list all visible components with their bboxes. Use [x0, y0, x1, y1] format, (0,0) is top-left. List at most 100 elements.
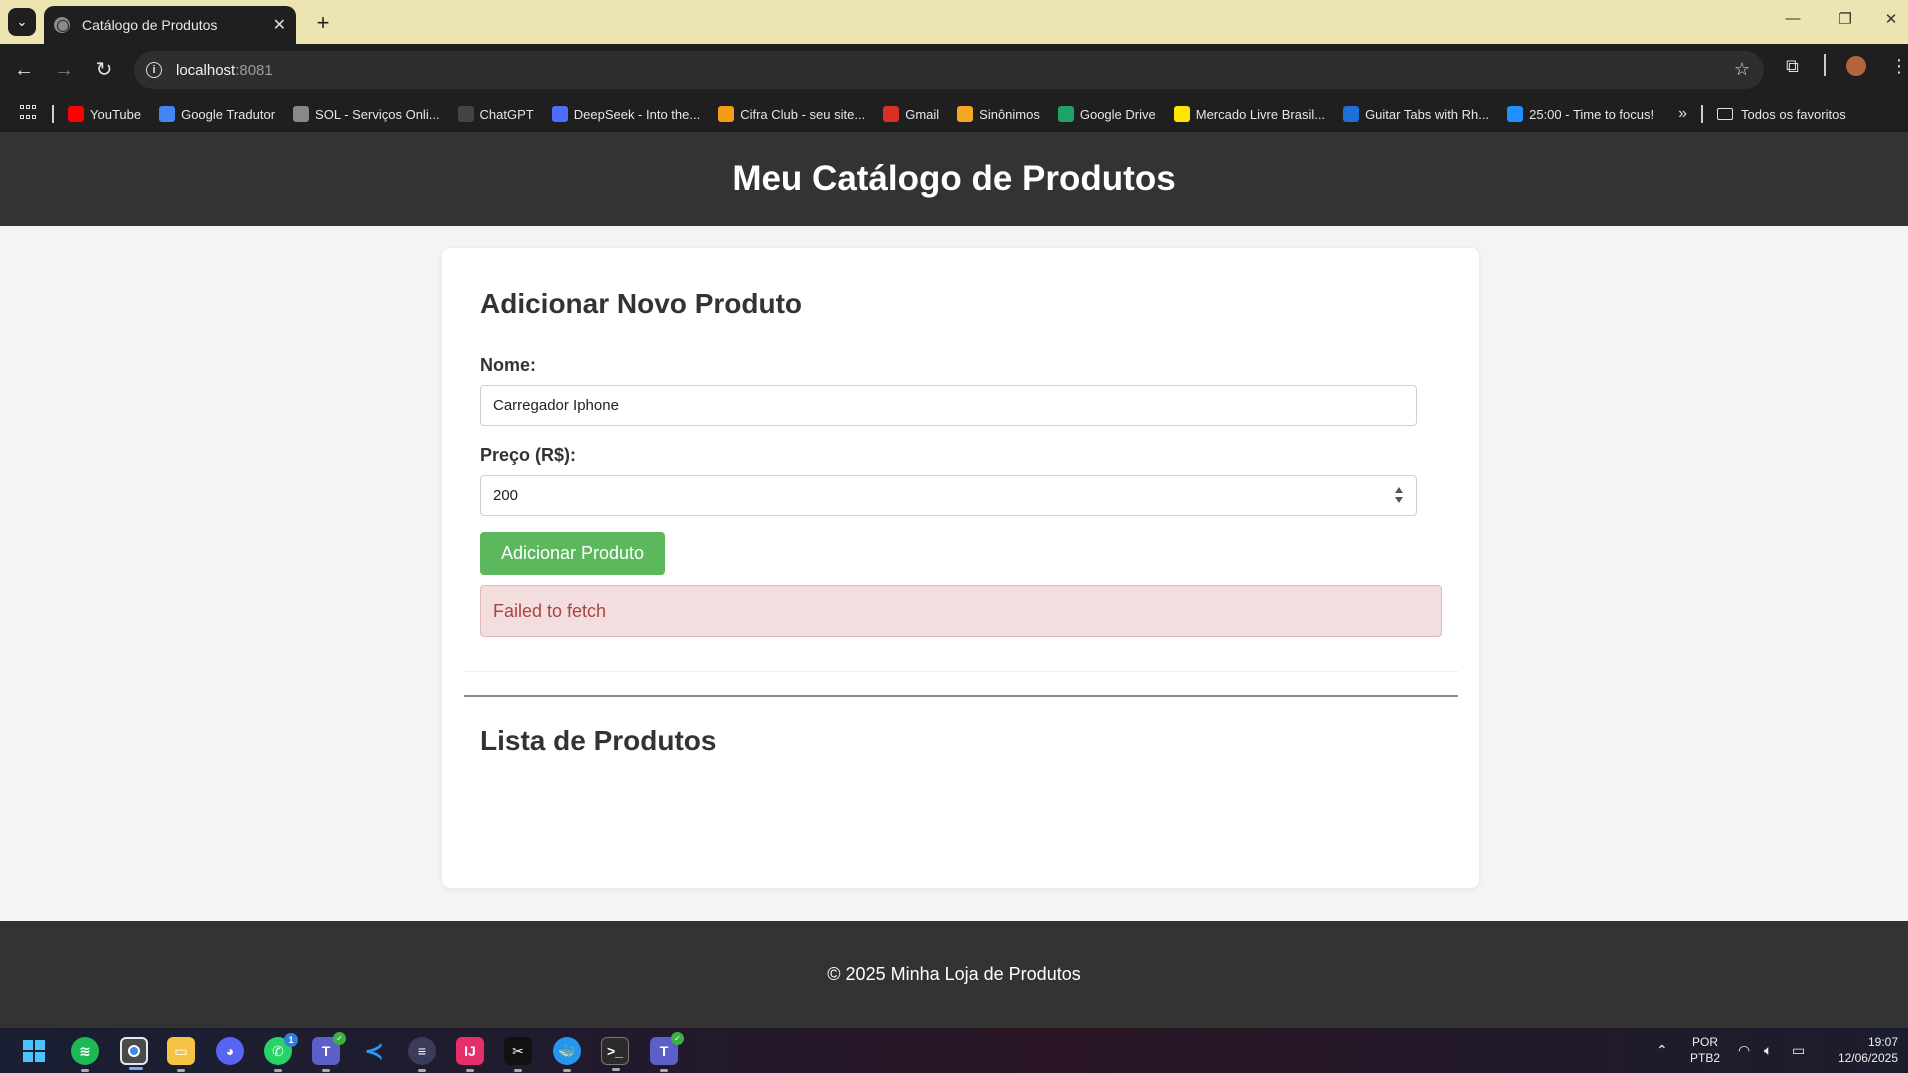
apps-grid-icon[interactable] — [20, 105, 38, 123]
bookmark-item[interactable]: DeepSeek - Into the... — [551, 106, 700, 122]
page-title: Meu Catálogo de Produtos — [732, 159, 1176, 198]
language-indicator[interactable]: POR PTB2 — [1688, 1034, 1722, 1066]
chrome-icon[interactable] — [120, 1037, 148, 1070]
browser-navbar: ← → ↻ i localhost:8081 ☆ ⧉ ⋮ — [0, 44, 1908, 96]
number-spinner-icon[interactable] — [1394, 487, 1404, 505]
name-input[interactable]: Carregador Iphone — [480, 385, 1417, 426]
bookmarks-bar: YouTube Google Tradutor SOL - Serviços Onl… — [0, 96, 1908, 132]
bookmark-item[interactable]: Guitar Tabs with Rh... — [1343, 106, 1489, 122]
url-port: :8081 — [235, 61, 273, 79]
intellij-icon[interactable]: IJ — [456, 1037, 484, 1072]
spotify-icon[interactable]: ≋ — [71, 1037, 99, 1072]
bookmarks-separator — [1701, 105, 1704, 123]
minimize-icon[interactable]: — — [1778, 10, 1808, 27]
price-input[interactable]: 200 — [480, 475, 1417, 516]
capcut-icon[interactable]: ✂ — [504, 1037, 532, 1072]
windows-taskbar: ≋ ▭ ◕ ✆ 1 T ✓ ≺ ≡ IJ ✂ 🐳 >_ T ✓ ⌃ POR PTB2 … — [0, 1028, 1908, 1073]
all-bookmarks-folder[interactable]: Todos os favoritos — [1717, 107, 1846, 122]
kebab-menu-icon[interactable]: ⋮ — [1890, 56, 1908, 77]
more-bookmarks-icon[interactable]: » — [1678, 105, 1687, 123]
bookmark-label: Google Tradutor — [181, 106, 276, 122]
toolbar-divider — [1824, 54, 1826, 76]
all-bookmarks-label: Todos os favoritos — [1741, 106, 1846, 122]
bookmarks-separator — [52, 105, 54, 123]
bookmark-label: Cifra Club - seu site... — [740, 106, 866, 122]
wifi-icon[interactable]: ◠ — [1738, 1042, 1750, 1059]
google-translate-icon — [159, 106, 176, 122]
clock-date: 12/06/2025 — [1837, 1051, 1898, 1065]
bookmark-item[interactable]: SOL - Serviços Onli... — [293, 106, 440, 122]
tab-search-icon[interactable]: ⌄ — [8, 8, 36, 36]
bookmark-label: Gmail — [905, 106, 940, 122]
focus-check-icon — [1507, 106, 1524, 122]
bookmark-label: ChatGPT — [479, 106, 534, 122]
deepseek-icon — [551, 106, 568, 122]
bookmark-label: 25:00 - Time to focus! — [1529, 106, 1655, 122]
bookmark-item[interactable]: Cifra Club - seu site... — [718, 106, 865, 122]
clock-time: 19:07 — [1867, 1035, 1898, 1049]
site-info-icon[interactable]: i — [146, 62, 162, 78]
bookmark-label: Mercado Livre Brasil... — [1195, 106, 1326, 122]
bookmark-label: Google Drive — [1079, 106, 1156, 122]
new-tab-button[interactable]: + — [310, 10, 336, 36]
address-bar[interactable]: i localhost:8081 ☆ — [134, 51, 1764, 89]
teams-icon[interactable]: T ✓ — [650, 1032, 684, 1072]
forward-arrow-icon[interactable]: → — [50, 58, 78, 82]
keyboard-layout: PTB2 — [1689, 1051, 1720, 1065]
globe-icon — [293, 106, 310, 122]
bookmark-item[interactable]: ChatGPT — [457, 106, 534, 122]
discord-icon[interactable]: ◕ — [216, 1037, 244, 1065]
bookmark-item[interactable]: Google Tradutor — [159, 106, 275, 122]
bookmark-label: Guitar Tabs with Rh... — [1365, 106, 1490, 122]
error-message: Failed to fetch — [480, 585, 1442, 637]
price-input-value: 200 — [493, 487, 519, 504]
url-host: localhost — [176, 61, 236, 79]
name-input-value: Carregador Iphone — [493, 397, 619, 414]
section-divider — [464, 695, 1458, 697]
close-tab-icon[interactable]: ✕ — [273, 15, 286, 35]
sinonimos-icon — [957, 106, 974, 122]
add-product-heading: Adicionar Novo Produto — [480, 288, 802, 319]
bookmark-item[interactable]: Mercado Livre Brasil... — [1173, 106, 1326, 122]
site-header: Meu Catálogo de Produtos — [0, 132, 1908, 226]
language-code: POR — [1691, 1035, 1718, 1049]
browser-tab-active[interactable]: Catálogo de Produtos ✕ — [44, 6, 296, 44]
teams-icon[interactable]: T ✓ — [312, 1032, 346, 1072]
reload-icon[interactable]: ↻ — [90, 58, 118, 82]
volume-icon[interactable]: 🔈︎ — [1764, 1042, 1772, 1059]
bookmark-star-icon[interactable]: ☆ — [1734, 59, 1750, 80]
error-text: Failed to fetch — [493, 600, 607, 621]
price-label: Preço (R$): — [480, 445, 577, 465]
mercado-livre-icon — [1173, 106, 1190, 122]
vscode-icon[interactable]: ≺ — [360, 1037, 388, 1065]
whatsapp-badge: 1 — [284, 1033, 298, 1047]
bookmark-item[interactable]: Google Drive — [1057, 106, 1156, 122]
gmail-icon — [883, 106, 900, 122]
bookmark-item[interactable]: YouTube — [68, 106, 141, 122]
show-hidden-icons-chevron-icon[interactable]: ⌃ — [1656, 1042, 1668, 1059]
browser-tabstrip: ⌄ Catálogo de Produtos ✕ + — ❐ ✕ — [0, 0, 1908, 44]
battery-icon[interactable]: ▭ — [1792, 1042, 1805, 1059]
clock[interactable]: 19:07 12/06/2025 — [1822, 1034, 1898, 1066]
profile-avatar[interactable] — [1846, 56, 1866, 76]
back-arrow-icon[interactable]: ← — [10, 58, 38, 82]
section-divider-light — [464, 671, 1458, 672]
folder-icon — [1717, 108, 1734, 120]
product-list — [480, 778, 1442, 858]
windows-start-icon[interactable] — [20, 1037, 48, 1065]
bookmark-item[interactable]: Gmail — [883, 106, 939, 122]
whatsapp-icon[interactable]: ✆ 1 — [264, 1033, 298, 1072]
close-window-icon[interactable]: ✕ — [1876, 10, 1906, 28]
file-explorer-icon[interactable]: ▭ — [167, 1037, 195, 1072]
bookmark-item[interactable]: 25:00 - Time to focus! — [1507, 106, 1654, 122]
youtube-icon — [68, 106, 84, 122]
app-icon[interactable]: ≡ — [408, 1037, 436, 1072]
restore-icon[interactable]: ❐ — [1830, 10, 1860, 28]
extensions-icon[interactable]: ⧉ — [1786, 56, 1799, 77]
add-product-button[interactable]: Adicionar Produto — [480, 532, 665, 575]
product-list-heading: Lista de Produtos — [480, 725, 717, 756]
bookmark-label: YouTube — [90, 106, 142, 122]
bookmark-item[interactable]: Sinônimos — [957, 106, 1040, 122]
docker-icon[interactable]: 🐳 — [553, 1037, 581, 1072]
terminal-icon[interactable]: >_ — [601, 1037, 629, 1071]
